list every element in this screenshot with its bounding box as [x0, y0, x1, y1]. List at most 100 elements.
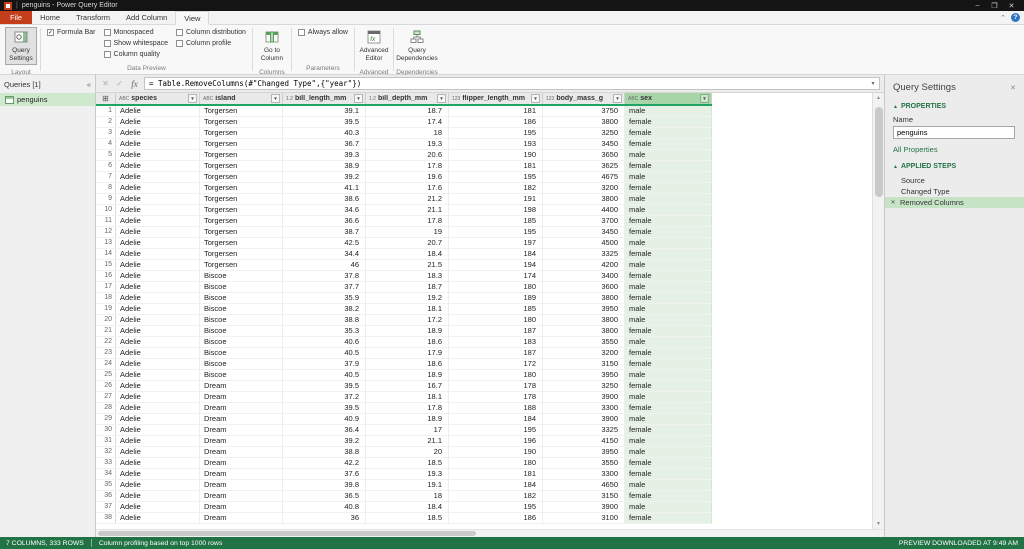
cell-island[interactable]: Biscoe	[200, 293, 283, 303]
row-number[interactable]: 9	[96, 194, 116, 204]
cell-body-mass-g[interactable]: 3325	[543, 249, 625, 259]
row-number[interactable]: 33	[96, 458, 116, 468]
cell-bill-length-mm[interactable]: 39.3	[283, 150, 366, 160]
row-number[interactable]: 8	[96, 183, 116, 193]
cell-sex[interactable]: female	[625, 491, 712, 501]
cell-flipper-length-mm[interactable]: 174	[449, 271, 543, 281]
cell-bill-length-mm[interactable]: 39.5	[283, 403, 366, 413]
always-allow-checkbox[interactable]: Always allow	[295, 27, 351, 38]
cell-sex[interactable]: female	[625, 183, 712, 193]
cell-island[interactable]: Torgersen	[200, 183, 283, 193]
row-number[interactable]: 10	[96, 205, 116, 215]
cell-island[interactable]: Dream	[200, 414, 283, 424]
column-distribution-checkbox[interactable]: Column distribution	[173, 27, 249, 38]
row-number[interactable]: 1	[96, 106, 116, 116]
cell-body-mass-g[interactable]: 3950	[543, 304, 625, 314]
applied-steps-section-header[interactable]: ▲ APPLIED STEPS	[885, 158, 1024, 173]
cell-body-mass-g[interactable]: 3300	[543, 403, 625, 413]
show-whitespace-checkbox[interactable]: Show whitespace	[101, 38, 171, 49]
cell-bill-length-mm[interactable]: 36.7	[283, 139, 366, 149]
cell-bill-depth-mm[interactable]: 20	[366, 447, 449, 457]
cell-island[interactable]: Biscoe	[200, 304, 283, 314]
cell-bill-length-mm[interactable]: 39.2	[283, 172, 366, 182]
cell-bill-length-mm[interactable]: 35.9	[283, 293, 366, 303]
cell-species[interactable]: Adelie	[116, 513, 200, 523]
cell-species[interactable]: Adelie	[116, 106, 200, 116]
cell-island[interactable]: Biscoe	[200, 271, 283, 281]
cell-bill-length-mm[interactable]: 37.6	[283, 469, 366, 479]
cell-island[interactable]: Torgersen	[200, 238, 283, 248]
cell-bill-depth-mm[interactable]: 18.7	[366, 106, 449, 116]
cell-body-mass-g[interactable]: 3250	[543, 128, 625, 138]
cell-body-mass-g[interactable]: 3750	[543, 106, 625, 116]
query-item-penguins[interactable]: penguins	[0, 93, 95, 106]
cell-body-mass-g[interactable]: 3325	[543, 425, 625, 435]
cell-sex[interactable]: male	[625, 172, 712, 182]
cell-island[interactable]: Dream	[200, 425, 283, 435]
cell-bill-length-mm[interactable]: 34.6	[283, 205, 366, 215]
row-number[interactable]: 26	[96, 381, 116, 391]
cell-flipper-length-mm[interactable]: 180	[449, 315, 543, 325]
cell-island[interactable]: Dream	[200, 513, 283, 523]
cell-bill-depth-mm[interactable]: 18.4	[366, 502, 449, 512]
cell-bill-depth-mm[interactable]: 19.6	[366, 172, 449, 182]
cell-sex[interactable]: female	[625, 381, 712, 391]
row-number[interactable]: 31	[96, 436, 116, 446]
cell-species[interactable]: Adelie	[116, 480, 200, 490]
cell-sex[interactable]: female	[625, 425, 712, 435]
applied-step-changed-type[interactable]: Changed Type	[885, 186, 1024, 197]
cell-flipper-length-mm[interactable]: 190	[449, 150, 543, 160]
formula-bar-checkbox[interactable]: ✓Formula Bar	[44, 27, 99, 38]
cell-species[interactable]: Adelie	[116, 238, 200, 248]
cell-body-mass-g[interactable]: 3700	[543, 216, 625, 226]
cell-flipper-length-mm[interactable]: 198	[449, 205, 543, 215]
cell-species[interactable]: Adelie	[116, 282, 200, 292]
cell-species[interactable]: Adelie	[116, 414, 200, 424]
row-number[interactable]: 32	[96, 447, 116, 457]
cell-sex[interactable]: female	[625, 348, 712, 358]
column-header-flipper-length-mm[interactable]: 123flipper_length_mm▾	[449, 93, 543, 104]
cell-sex[interactable]: female	[625, 293, 712, 303]
cell-body-mass-g[interactable]: 4400	[543, 205, 625, 215]
cell-bill-depth-mm[interactable]: 18.5	[366, 513, 449, 523]
scroll-down-icon[interactable]: ▼	[876, 519, 881, 529]
cell-bill-length-mm[interactable]: 39.5	[283, 117, 366, 127]
row-number[interactable]: 29	[96, 414, 116, 424]
cell-island[interactable]: Dream	[200, 480, 283, 490]
filter-button[interactable]: ▾	[531, 94, 540, 103]
cell-species[interactable]: Adelie	[116, 469, 200, 479]
cell-species[interactable]: Adelie	[116, 172, 200, 182]
tab-home[interactable]: Home	[32, 11, 68, 24]
formula-input[interactable]	[145, 78, 867, 89]
cell-sex[interactable]: male	[625, 447, 712, 457]
cell-body-mass-g[interactable]: 3150	[543, 491, 625, 501]
row-number[interactable]: 34	[96, 469, 116, 479]
cell-sex[interactable]: male	[625, 392, 712, 402]
cell-bill-length-mm[interactable]: 41.1	[283, 183, 366, 193]
cell-island[interactable]: Torgersen	[200, 172, 283, 182]
cell-bill-length-mm[interactable]: 36.6	[283, 216, 366, 226]
cell-bill-depth-mm[interactable]: 18.9	[366, 370, 449, 380]
cell-bill-depth-mm[interactable]: 19	[366, 227, 449, 237]
cell-island[interactable]: Dream	[200, 392, 283, 402]
column-header-bill-length-mm[interactable]: 1.2bill_length_mm▾	[283, 93, 366, 104]
cell-body-mass-g[interactable]: 3100	[543, 513, 625, 523]
cell-bill-length-mm[interactable]: 40.5	[283, 370, 366, 380]
cell-sex[interactable]: female	[625, 249, 712, 259]
cell-island[interactable]: Torgersen	[200, 117, 283, 127]
cell-flipper-length-mm[interactable]: 186	[449, 513, 543, 523]
cell-island[interactable]: Dream	[200, 436, 283, 446]
cell-body-mass-g[interactable]: 3400	[543, 271, 625, 281]
tab-add-column[interactable]: Add Column	[118, 11, 175, 24]
row-number[interactable]: 25	[96, 370, 116, 380]
cell-island[interactable]: Dream	[200, 381, 283, 391]
cell-species[interactable]: Adelie	[116, 458, 200, 468]
cell-flipper-length-mm[interactable]: 191	[449, 194, 543, 204]
filter-button[interactable]: ▾	[354, 94, 363, 103]
tab-file[interactable]: File	[0, 11, 32, 24]
cell-body-mass-g[interactable]: 3250	[543, 381, 625, 391]
filter-button[interactable]: ▾	[700, 94, 709, 103]
cell-island[interactable]: Biscoe	[200, 326, 283, 336]
cell-sex[interactable]: male	[625, 370, 712, 380]
select-all-corner[interactable]: ⊞	[96, 93, 116, 104]
